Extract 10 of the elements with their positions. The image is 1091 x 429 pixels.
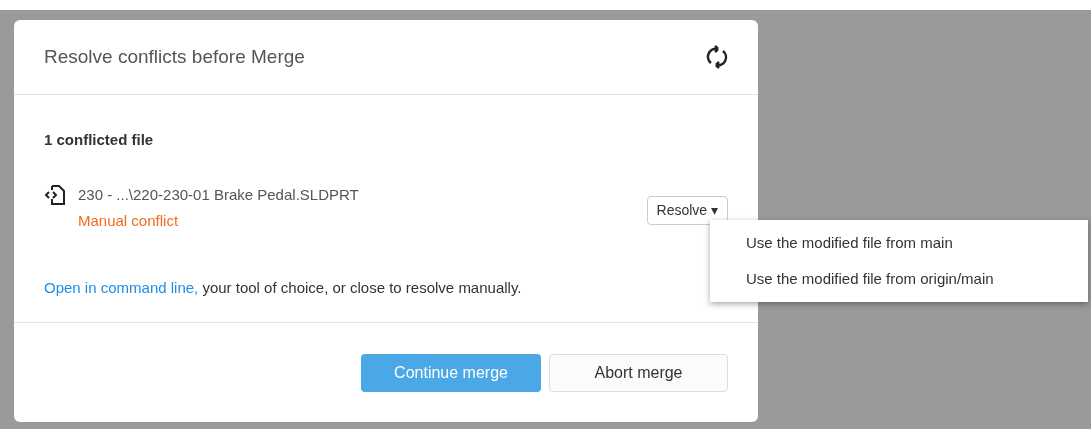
abort-merge-button[interactable]: Abort merge <box>549 353 728 392</box>
conflict-status: Manual conflict <box>78 211 180 231</box>
conflict-count: 1 conflicted file <box>44 130 155 150</box>
menu-item[interactable]: Use the modified file from main <box>746 231 1088 254</box>
dialog-title: Resolve conflicts before Merge <box>44 44 305 69</box>
menu-item[interactable]: Use the modified file from origin/main <box>746 268 1088 291</box>
refresh-icon[interactable] <box>706 45 728 69</box>
file-path: 230 - ...\220-230-01 Brake Pedal.SLDPRT <box>78 184 360 205</box>
code-file-icon <box>44 184 66 205</box>
resolve-dropdown[interactable]: Resolve ▾ <box>646 195 728 225</box>
